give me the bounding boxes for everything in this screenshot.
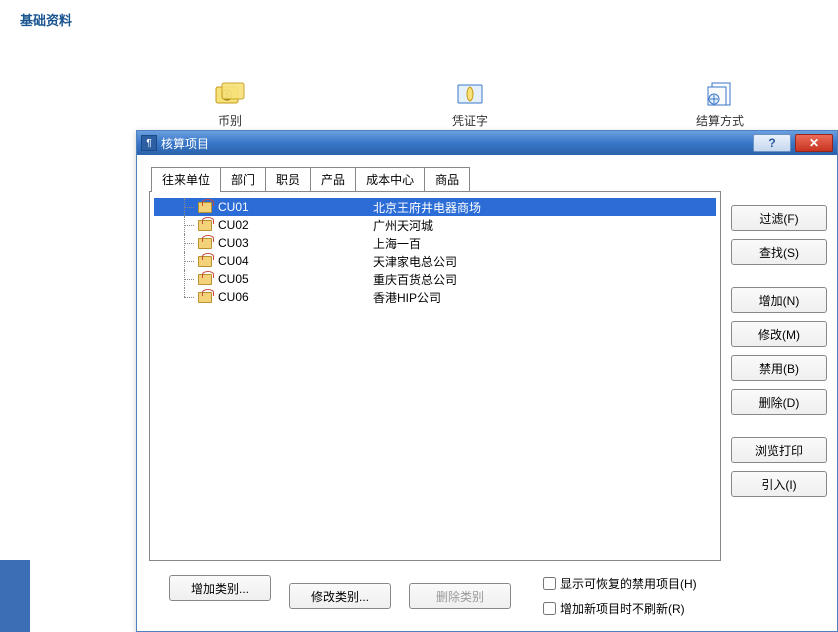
tab-0[interactable]: 往来单位 (151, 167, 221, 192)
bg-icon-label: 币别 (200, 112, 260, 129)
tree-row[interactable]: CU06香港HIP公司 (154, 288, 716, 306)
bg-icon-label: 凭证字 (440, 112, 500, 129)
bg-icon-settle[interactable]: 结算方式 (690, 80, 750, 129)
bg-icon-label: 结算方式 (690, 112, 750, 129)
tab-2[interactable]: 职员 (265, 167, 311, 191)
help-button[interactable]: ? (753, 134, 791, 152)
tree-row[interactable]: CU04天津家电总公司 (154, 252, 716, 270)
tree-row[interactable]: CU02广州天河城 (154, 216, 716, 234)
checkbox-input[interactable] (543, 602, 556, 615)
item-tree[interactable]: CU01北京王府井电器商场CU02广州天河城CU03上海一百CU04天津家电总公… (150, 192, 720, 312)
tree-branch (178, 288, 198, 306)
disable-button[interactable]: 禁用(B) (731, 355, 827, 381)
voucher-icon (454, 80, 486, 108)
item-icon (198, 254, 214, 268)
add-category-button[interactable]: 增加类别... (169, 575, 271, 601)
item-icon (198, 236, 214, 250)
accounting-item-dialog: ¶ 核算项目 ? ✕ 往来单位部门职员产品成本中心商品 CU01北京王府井电器商… (136, 130, 838, 632)
page-heading: 基础资料 (20, 10, 72, 29)
item-icon (198, 272, 214, 286)
close-button[interactable]: ✕ (795, 134, 833, 152)
settle-icon (704, 80, 736, 108)
filter-button[interactable]: 过滤(F) (731, 205, 827, 231)
add-button[interactable]: 增加(N) (731, 287, 827, 313)
tab-5[interactable]: 商品 (424, 167, 470, 191)
checkbox-input[interactable] (543, 577, 556, 590)
item-name: 广州天河城 (373, 217, 433, 234)
tab-panel: CU01北京王府井电器商场CU02广州天河城CU03上海一百CU04天津家电总公… (149, 191, 721, 561)
show-disabled-checkbox[interactable]: 显示可恢复的禁用项目(H) (543, 575, 697, 592)
item-code: CU05 (218, 272, 373, 286)
item-name: 重庆百货总公司 (373, 271, 457, 288)
bottom-bar: 增加类别... 修改类别... 删除类别 显示可恢复的禁用项目(H) 增加新项目… (149, 561, 721, 623)
side-button-column: 过滤(F) 查找(S) 增加(N) 修改(M) 禁用(B) 删除(D) 浏览打印… (731, 155, 837, 631)
item-name: 北京王府井电器商场 (373, 199, 481, 216)
close-icon: ✕ (809, 136, 819, 150)
item-code: CU06 (218, 290, 373, 304)
edit-button[interactable]: 修改(M) (731, 321, 827, 347)
delete-category-button[interactable]: 删除类别 (409, 583, 511, 609)
checkbox-label: 显示可恢复的禁用项目(H) (560, 575, 697, 592)
edit-category-button[interactable]: 修改类别... (289, 583, 391, 609)
money-icon: $ (214, 80, 246, 108)
tab-1[interactable]: 部门 (220, 167, 266, 191)
tab-3[interactable]: 产品 (310, 167, 356, 191)
bg-icon-currency[interactable]: $ 币别 (200, 80, 260, 129)
item-icon (198, 218, 214, 232)
item-icon (198, 290, 214, 304)
tab-strip: 往来单位部门职员产品成本中心商品 (151, 167, 721, 191)
item-code: CU03 (218, 236, 373, 250)
tree-row[interactable]: CU01北京王府井电器商场 (154, 198, 716, 216)
item-code: CU04 (218, 254, 373, 268)
item-icon (198, 200, 214, 214)
bg-icon-voucher[interactable]: 凭证字 (440, 80, 500, 129)
dialog-title: 核算项目 (161, 135, 209, 152)
tree-branch (178, 216, 198, 234)
find-button[interactable]: 查找(S) (731, 239, 827, 265)
tree-row[interactable]: CU05重庆百货总公司 (154, 270, 716, 288)
no-refresh-checkbox[interactable]: 增加新项目时不刷新(R) (543, 600, 697, 617)
tree-row[interactable]: CU03上海一百 (154, 234, 716, 252)
item-code: CU02 (218, 218, 373, 232)
tab-4[interactable]: 成本中心 (355, 167, 425, 191)
tree-branch (178, 198, 198, 216)
tree-branch (178, 270, 198, 288)
side-strip (0, 560, 30, 632)
import-button[interactable]: 引入(I) (731, 471, 827, 497)
delete-button[interactable]: 删除(D) (731, 389, 827, 415)
tree-branch (178, 234, 198, 252)
app-icon: ¶ (141, 135, 157, 151)
print-button[interactable]: 浏览打印 (731, 437, 827, 463)
item-name: 天津家电总公司 (373, 253, 457, 270)
item-code: CU01 (218, 200, 373, 214)
checkbox-label: 增加新项目时不刷新(R) (560, 600, 685, 617)
titlebar[interactable]: ¶ 核算项目 ? ✕ (137, 131, 837, 155)
item-name: 上海一百 (373, 235, 421, 252)
tree-branch (178, 252, 198, 270)
item-name: 香港HIP公司 (373, 289, 441, 306)
